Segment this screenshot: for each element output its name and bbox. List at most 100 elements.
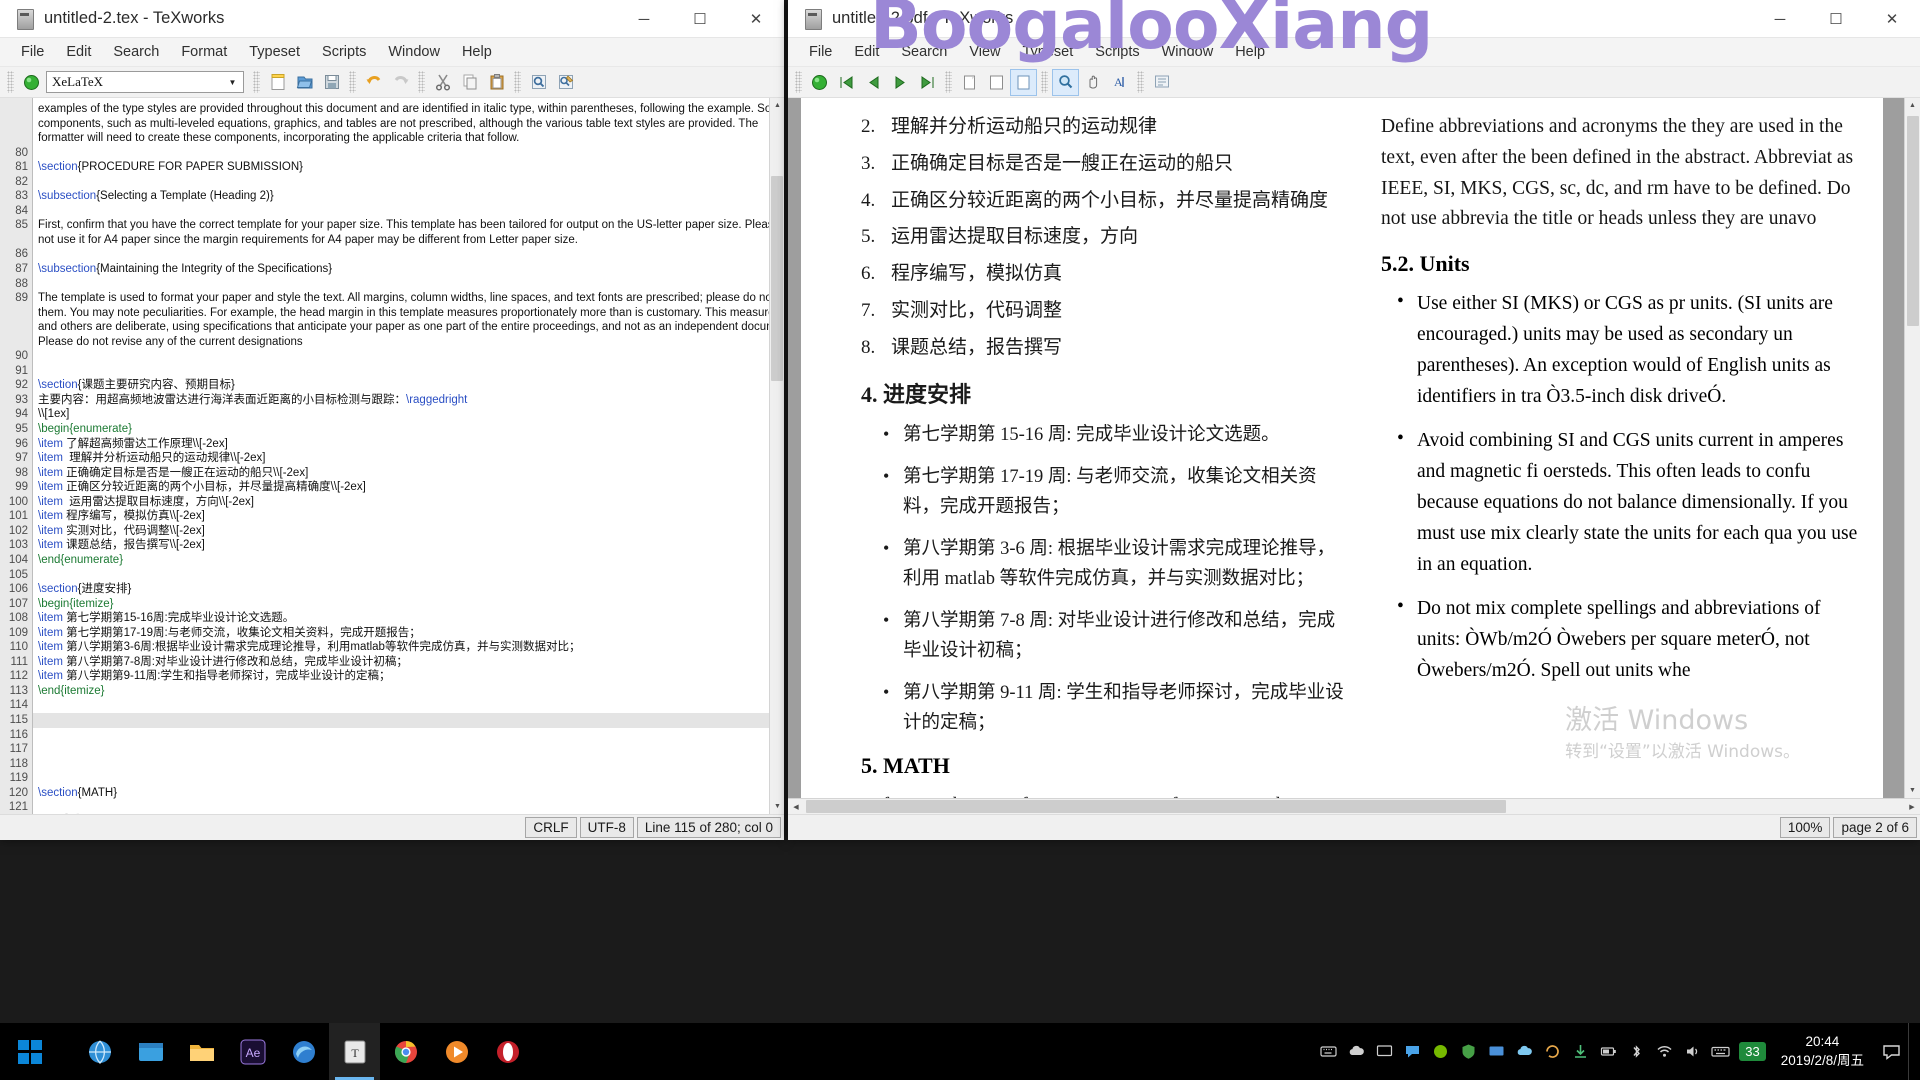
scroll-up-arrow-icon[interactable]: ▲ xyxy=(770,98,784,113)
next-page-icon[interactable] xyxy=(888,70,913,95)
chevron-down-icon[interactable]: ▼ xyxy=(224,74,241,91)
new-file-icon[interactable] xyxy=(265,70,290,95)
source-menubar[interactable]: File Edit Search Format Typeset Scripts … xyxy=(0,38,784,67)
source-code-line[interactable]: \item 程序编写，模拟仿真\\[-2ex] xyxy=(33,509,769,524)
redo-icon[interactable] xyxy=(388,70,413,95)
pdf-zoom-status[interactable]: 100% xyxy=(1779,817,1831,838)
show-desktop-button[interactable] xyxy=(1908,1023,1916,1080)
typeset-run-icon[interactable] xyxy=(807,70,832,95)
source-code-line[interactable]: \item 第八学期第7-8周:对毕业设计进行修改和总结，完成毕业设计初稿； xyxy=(33,655,769,670)
source-code-line[interactable]: \subsection{Selecting a Template (Headin… xyxy=(33,189,769,204)
pdf-scroll-left-arrow-icon[interactable]: ◀ xyxy=(788,799,804,814)
pdf-menu-search[interactable]: Search xyxy=(890,40,958,64)
source-code-line[interactable] xyxy=(33,146,769,161)
pdf-menu-help[interactable]: Help xyxy=(1224,40,1276,64)
source-vertical-scrollbar[interactable]: ▲ ▼ xyxy=(769,98,784,814)
source-code-area[interactable]: examples of the type styles are provided… xyxy=(33,98,769,814)
source-code-line[interactable] xyxy=(33,757,769,772)
source-code-line[interactable]: \item 第八学期第9-11周:学生和指导老师探讨，完成毕业设计的定稿； xyxy=(33,669,769,684)
menu-edit[interactable]: Edit xyxy=(55,40,102,64)
pdf-menu-window[interactable]: Window xyxy=(1151,40,1225,64)
taskbar-folder-icon[interactable] xyxy=(176,1023,227,1080)
source-code-line[interactable]: \subsection{Maintaining the Integrity of… xyxy=(33,262,769,277)
source-code-line[interactable]: not use it for A4 paper since the margin… xyxy=(33,233,769,248)
minimize-button[interactable]: ─ xyxy=(616,0,672,38)
open-file-icon[interactable] xyxy=(292,70,317,95)
pdf-toolbar-grip-2[interactable] xyxy=(945,71,952,93)
notification-icon[interactable] xyxy=(1874,1023,1908,1080)
download-icon[interactable] xyxy=(1566,1023,1594,1080)
fit-width-icon[interactable] xyxy=(957,70,982,95)
source-code-line[interactable]: 主要内容：用超高频地波雷达进行海洋表面近距离的小目标检测与跟踪：\raggedr… xyxy=(33,393,769,408)
encoding-status[interactable]: UTF-8 xyxy=(579,817,634,838)
taskbar-after-effects-icon[interactable]: Ae xyxy=(227,1023,278,1080)
source-code-line[interactable]: \item 正确确定目标是否是一艘正在运动的船只\\[-2ex] xyxy=(33,466,769,481)
keyboard-hide-icon[interactable] xyxy=(1314,1023,1342,1080)
pdf-maximize-button[interactable]: ☐ xyxy=(1808,0,1864,38)
pdf-viewport[interactable]: 2. 理解并分析运动船只的运动规律 3. 正确确定目标是否是一艘正在运动的船只 4. 正确… xyxy=(788,98,1920,814)
source-wrapped-line[interactable]: formatter will need to create these comp… xyxy=(33,131,769,146)
source-code-line[interactable]: \end{itemize} xyxy=(33,684,769,699)
menu-help[interactable]: Help xyxy=(451,40,503,64)
taskbar-opera-icon[interactable] xyxy=(482,1023,533,1080)
taskbar-network-globe-icon[interactable] xyxy=(74,1023,125,1080)
windows-start-icon[interactable] xyxy=(0,1023,60,1080)
source-code-line[interactable]: \item 课题总结，报告撰写\\[-2ex] xyxy=(33,538,769,553)
menu-window[interactable]: Window xyxy=(377,40,451,64)
refresh-icon[interactable] xyxy=(1538,1023,1566,1080)
copy-icon[interactable] xyxy=(457,70,482,95)
typeset-run-icon[interactable] xyxy=(19,70,44,95)
taskbar-edge-icon[interactable] xyxy=(278,1023,329,1080)
source-wrapped-line[interactable]: examples of the type styles are provided… xyxy=(33,102,769,117)
source-code-line[interactable]: Please do not revise any of the current … xyxy=(33,335,769,350)
source-sync-icon[interactable] xyxy=(1149,70,1174,95)
source-code-line[interactable] xyxy=(33,712,769,728)
source-code-line[interactable] xyxy=(33,277,769,292)
source-code-line[interactable] xyxy=(33,349,769,364)
pdf-menu-view[interactable]: View xyxy=(958,40,1011,64)
paste-icon[interactable] xyxy=(484,70,509,95)
pdf-scroll-up-arrow-icon[interactable]: ▲ xyxy=(1905,98,1920,113)
maximize-button[interactable]: ☐ xyxy=(672,0,728,38)
toolbar-grip-2[interactable] xyxy=(253,71,260,93)
close-button[interactable]: ✕ xyxy=(728,0,784,38)
source-code-line[interactable] xyxy=(33,800,769,814)
source-code-line[interactable] xyxy=(33,728,769,743)
source-code-line[interactable]: \item 第七学期第15-16周:完成毕业设计论文选题。 xyxy=(33,611,769,626)
source-code-line[interactable]: \item 第八学期第3-6周:根据毕业设计需求完成理论推导，利用matlab等… xyxy=(33,640,769,655)
pdf-toolbar-grip-4[interactable] xyxy=(1137,71,1144,93)
last-page-icon[interactable] xyxy=(915,70,940,95)
source-toolbar[interactable]: XeLaTeX ▼ xyxy=(0,67,784,98)
cut-icon[interactable] xyxy=(430,70,455,95)
source-code-line[interactable] xyxy=(33,742,769,757)
magnify-icon[interactable] xyxy=(1052,68,1079,96)
source-code-line[interactable]: \section{课题主要研究内容、预期目标} xyxy=(33,378,769,393)
cloud-icon[interactable] xyxy=(1510,1023,1538,1080)
texworks-pdf-window[interactable]: untitled-2.pdf - TeXworks ─ ☐ ✕ File Edi… xyxy=(788,0,1920,840)
toolbar-grip-4[interactable] xyxy=(418,71,425,93)
source-code-line[interactable]: \item 第七学期第17-19周:与老师交流，收集论文相关资料，完成开题报告； xyxy=(33,626,769,641)
pdf-toolbar[interactable]: A xyxy=(788,67,1920,98)
source-code-line[interactable]: \item 实测对比，代码调整\\[-2ex] xyxy=(33,524,769,539)
first-page-icon[interactable] xyxy=(834,70,859,95)
display-icon[interactable] xyxy=(1482,1023,1510,1080)
source-code-line[interactable] xyxy=(33,175,769,190)
source-code-line[interactable] xyxy=(33,771,769,786)
typeset-engine-select[interactable]: XeLaTeX ▼ xyxy=(46,71,244,93)
toolbar-grip[interactable] xyxy=(7,71,14,93)
line-ending-status[interactable]: CRLF xyxy=(525,817,577,838)
pdf-vertical-scrollbar[interactable]: ▲ ▼ xyxy=(1904,98,1920,798)
ime-badge[interactable]: 33 xyxy=(1739,1042,1766,1061)
source-code-line[interactable]: \begin{enumerate} xyxy=(33,422,769,437)
taskbar-clock[interactable]: 20:44 2019/2/8/周五 xyxy=(1771,1033,1874,1069)
onedrive-icon[interactable] xyxy=(1342,1023,1370,1080)
toolbar-grip-5[interactable] xyxy=(514,71,521,93)
source-code-line[interactable]: First, confirm that you have the correct… xyxy=(33,218,769,233)
pdf-menubar[interactable]: File Edit Search View Typeset Scripts Wi… xyxy=(788,38,1920,67)
find-icon[interactable] xyxy=(526,70,551,95)
text-select-icon[interactable]: A xyxy=(1107,70,1132,95)
shield-icon[interactable] xyxy=(1454,1023,1482,1080)
toolbar-grip-3[interactable] xyxy=(349,71,356,93)
replace-icon[interactable] xyxy=(553,70,578,95)
pdf-menu-file[interactable]: File xyxy=(798,40,843,64)
